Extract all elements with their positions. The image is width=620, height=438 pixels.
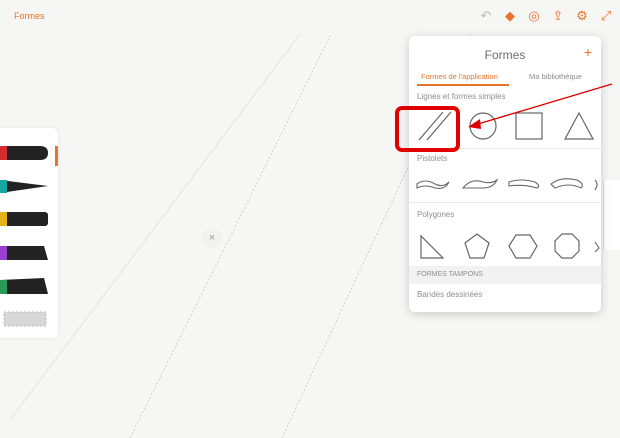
tab-app-shapes[interactable]: Formes de l'application xyxy=(421,72,498,81)
curves-row xyxy=(416,178,598,191)
add-shape-button[interactable]: + xyxy=(584,44,592,60)
french-curve-4-icon[interactable] xyxy=(550,178,583,189)
brush-list xyxy=(0,146,48,327)
shapes-panel: Formes + Formes de l'application Ma bibl… xyxy=(409,36,601,312)
active-brush-marker xyxy=(55,146,58,166)
layers-icon[interactable]: ◎ xyxy=(526,8,542,24)
top-bar: Formes ↶ ◆ ◎ ⇪ ⚙ ⤢ xyxy=(0,0,620,34)
french-curve-2-icon[interactable] xyxy=(461,178,499,189)
section-label-curves: Pistolets xyxy=(417,154,448,163)
brush-teal[interactable] xyxy=(0,180,48,193)
french-curve-1-icon[interactable] xyxy=(416,180,450,189)
divider xyxy=(409,202,601,203)
brush-purple[interactable] xyxy=(0,246,48,260)
panel-title: Formes xyxy=(484,48,526,62)
circle-icon[interactable] xyxy=(469,112,497,140)
section-label-simple-shapes: Lignes et formes simples xyxy=(417,92,506,101)
hexagon-icon[interactable] xyxy=(508,234,538,259)
square-icon[interactable] xyxy=(515,112,543,140)
undo-icon[interactable]: ↶ xyxy=(478,8,494,24)
ruler-center-handle[interactable]: × xyxy=(202,228,222,248)
color-icon[interactable]: ◆ xyxy=(502,8,518,24)
brush-rail xyxy=(0,128,58,338)
pentagon-icon[interactable] xyxy=(464,233,490,259)
brush-pattern[interactable] xyxy=(3,311,47,327)
right-triangle-icon[interactable] xyxy=(420,234,445,259)
share-icon[interactable]: ⇪ xyxy=(550,8,566,24)
settings-icon[interactable]: ⚙ xyxy=(574,8,590,24)
polygons-row xyxy=(420,233,600,259)
brush-green[interactable] xyxy=(0,278,48,294)
french-curve-3-icon[interactable] xyxy=(508,179,540,189)
triangle-icon[interactable] xyxy=(563,111,595,140)
octagon-icon[interactable] xyxy=(554,233,580,259)
highlight-box xyxy=(395,106,460,152)
stamp-item-comics[interactable]: Bandes dessinées xyxy=(417,290,482,299)
expand-icon[interactable]: ⤢ xyxy=(598,8,614,24)
back-link[interactable]: Formes xyxy=(14,11,45,21)
active-tab-indicator xyxy=(417,84,509,86)
side-panel-edge[interactable] xyxy=(603,180,620,250)
brush-yellow[interactable] xyxy=(0,212,48,226)
brush-red[interactable] xyxy=(0,146,48,160)
section-label-polygons: Polygones xyxy=(417,210,455,219)
stamp-shapes-header: FORMES TAMPONS xyxy=(409,266,601,284)
tab-my-library[interactable]: Ma bibliothèque xyxy=(529,72,582,81)
